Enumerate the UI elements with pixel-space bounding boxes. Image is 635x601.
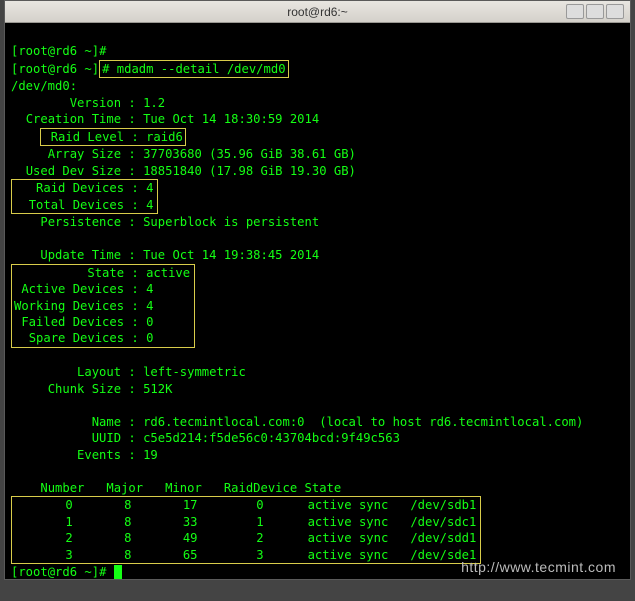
col-number: Number xyxy=(40,481,84,495)
prompt-line: [root@rd6 ~] xyxy=(11,62,99,76)
col-minor: Minor xyxy=(165,481,202,495)
col-raiddevice: RaidDevice xyxy=(224,481,297,495)
col-state: State xyxy=(305,481,342,495)
window-title: root@rd6:~ xyxy=(287,5,348,19)
cursor xyxy=(114,565,122,579)
raid-level-box: Raid Level : raid6 xyxy=(40,128,185,146)
state-box: State : active Active Devices : 4 Workin… xyxy=(11,264,195,348)
close-button[interactable] xyxy=(606,4,624,19)
maximize-button[interactable] xyxy=(586,4,604,19)
watermark: http://www.tecmint.com xyxy=(461,559,616,575)
terminal-body[interactable]: [root@rd6 ~]# [root@rd6 ~]# mdadm --deta… xyxy=(5,23,630,601)
titlebar[interactable]: root@rd6:~ xyxy=(5,1,630,23)
devices-box: Raid Devices : 4 Total Devices : 4 xyxy=(11,179,158,214)
terminal-window: root@rd6:~ [root@rd6 ~]# [root@rd6 ~]# m… xyxy=(4,0,631,580)
col-major: Major xyxy=(106,481,143,495)
minimize-button[interactable] xyxy=(566,4,584,19)
prompt-line: [root@rd6 ~]# xyxy=(11,44,106,58)
command-box: # mdadm --detail /dev/md0 xyxy=(99,60,288,78)
prompt-line: [root@rd6 ~]# xyxy=(11,565,106,579)
device-line: /dev/md0: xyxy=(11,79,77,93)
device-table-box: 0 8 17 0 active sync /dev/sdb1 1 8 33 1 … xyxy=(11,496,481,564)
window-controls xyxy=(566,4,624,19)
command-text: mdadm --detail /dev/md0 xyxy=(117,62,286,76)
